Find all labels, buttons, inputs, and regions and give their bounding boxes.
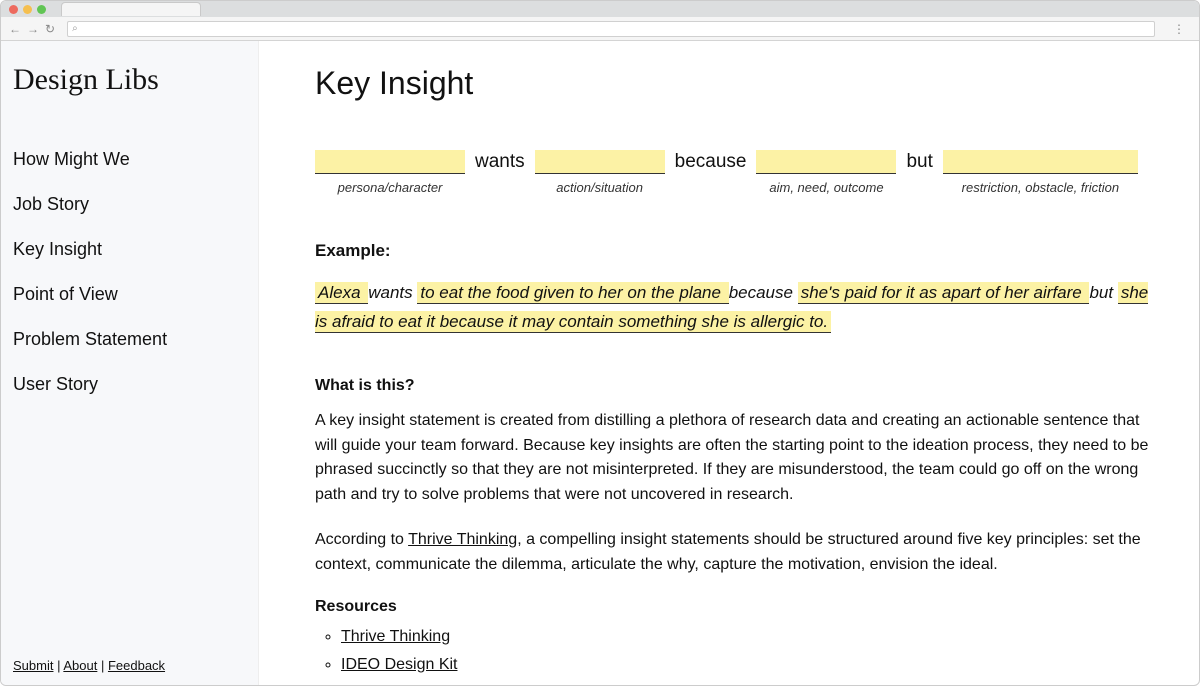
template-connector: because bbox=[675, 150, 747, 173]
example-conn: because bbox=[729, 283, 798, 302]
resource-item: Thrive Thinking bbox=[341, 628, 1159, 646]
template-caption: aim, need, outcome bbox=[769, 180, 883, 195]
sidebar: Design Libs How Might We Job Story Key I… bbox=[1, 41, 259, 685]
footer-sep: | bbox=[97, 658, 108, 673]
example-sentence: Alexa wants to eat the food given to her… bbox=[315, 279, 1159, 337]
page-title: Key Insight bbox=[315, 65, 1159, 102]
main: Key Insight persona/character wants acti… bbox=[259, 41, 1199, 685]
template-slot-action: action/situation bbox=[535, 150, 665, 195]
template-caption: persona/character bbox=[338, 180, 443, 195]
browser-menu-icon[interactable]: ⋮ bbox=[1167, 22, 1191, 36]
link-thrive-thinking[interactable]: Thrive Thinking bbox=[408, 531, 517, 548]
what-paragraph-2: According to Thrive Thinking, a compelli… bbox=[315, 528, 1159, 578]
browser-tab-strip bbox=[1, 1, 1199, 17]
sidebar-nav: How Might We Job Story Key Insight Point… bbox=[11, 137, 258, 407]
template-blank[interactable] bbox=[756, 150, 896, 174]
example-conn: wants bbox=[368, 283, 417, 302]
window-minimize-icon[interactable] bbox=[23, 5, 32, 14]
example-aim: she's paid for it as apart of her airfar… bbox=[798, 282, 1090, 304]
forward-icon[interactable]: → bbox=[27, 22, 39, 36]
sidebar-item-job-story[interactable]: Job Story bbox=[11, 182, 258, 227]
example-conn: but bbox=[1089, 283, 1117, 302]
template-blank[interactable] bbox=[535, 150, 665, 174]
resource-item: This is service design doing bbox=[341, 684, 1159, 685]
footer-link-feedback[interactable]: Feedback bbox=[108, 658, 165, 673]
sidebar-item-key-insight[interactable]: Key Insight bbox=[11, 227, 258, 272]
page-content: Design Libs How Might We Job Story Key I… bbox=[1, 41, 1199, 685]
sidebar-item-user-story[interactable]: User Story bbox=[11, 362, 258, 407]
footer-sep: | bbox=[53, 658, 63, 673]
template-slot-aim: aim, need, outcome bbox=[756, 150, 896, 195]
search-icon: ⌕ bbox=[72, 23, 78, 34]
sidebar-item-point-of-view[interactable]: Point of View bbox=[11, 272, 258, 317]
template-blank[interactable] bbox=[943, 150, 1138, 174]
template-slot-restriction: restriction, obstacle, friction bbox=[943, 150, 1138, 195]
sidebar-item-how-might-we[interactable]: How Might We bbox=[11, 137, 258, 182]
footer-link-about[interactable]: About bbox=[63, 658, 97, 673]
browser-tab[interactable] bbox=[61, 2, 201, 16]
template-caption: restriction, obstacle, friction bbox=[962, 180, 1120, 195]
resources-heading: Resources bbox=[315, 598, 1159, 616]
example-action: to eat the food given to her on the plan… bbox=[417, 282, 728, 304]
what-paragraph-1: A key insight statement is created from … bbox=[315, 409, 1159, 508]
back-icon[interactable]: ← bbox=[9, 22, 21, 36]
window-close-icon[interactable] bbox=[9, 5, 18, 14]
template-slot-persona: persona/character bbox=[315, 150, 465, 195]
reload-icon[interactable]: ↻ bbox=[45, 22, 55, 36]
example-heading: Example: bbox=[315, 241, 1159, 261]
resources-list: Thrive Thinking IDEO Design Kit This is … bbox=[315, 628, 1159, 685]
resource-item: IDEO Design Kit bbox=[341, 656, 1159, 674]
window-maximize-icon[interactable] bbox=[37, 5, 46, 14]
template-caption: action/situation bbox=[556, 180, 643, 195]
madlib-template: persona/character wants action/situation… bbox=[315, 150, 1159, 195]
sidebar-item-problem-statement[interactable]: Problem Statement bbox=[11, 317, 258, 362]
resource-link-service-design[interactable]: This is service design doing bbox=[341, 684, 538, 685]
site-title[interactable]: Design Libs bbox=[11, 63, 258, 97]
footer-link-submit[interactable]: Submit bbox=[13, 658, 53, 673]
what-is-this-heading: What is this? bbox=[315, 377, 1159, 395]
address-bar[interactable]: ⌕ bbox=[67, 21, 1155, 37]
resource-link-ideo[interactable]: IDEO Design Kit bbox=[341, 656, 457, 673]
resource-link-thrive[interactable]: Thrive Thinking bbox=[341, 628, 450, 645]
browser-toolbar: ← → ↻ ⌕ ⋮ bbox=[1, 17, 1199, 41]
browser-window: ← → ↻ ⌕ ⋮ Design Libs How Might We Job S… bbox=[0, 0, 1200, 686]
template-connector: wants bbox=[475, 150, 525, 173]
template-connector: but bbox=[906, 150, 932, 173]
example-persona: Alexa bbox=[315, 282, 368, 304]
template-blank[interactable] bbox=[315, 150, 465, 174]
sidebar-footer: Submit | About | Feedback bbox=[11, 648, 258, 685]
what-para2-pre: According to bbox=[315, 531, 408, 548]
